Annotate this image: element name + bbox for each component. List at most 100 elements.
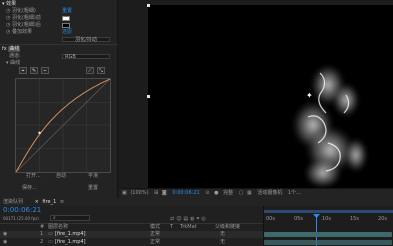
effect-row-4[interactable]: ◷ 叠加效果	[6, 29, 32, 36]
curve-row[interactable]: ▾ 曲线	[6, 60, 20, 67]
layer-name[interactable]: [fire_1.mp4]	[55, 231, 86, 238]
open-button[interactable]: 打开...	[26, 173, 41, 180]
col-mode: 模式	[150, 224, 161, 230]
reset-link-label[interactable]: 重置	[62, 8, 72, 14]
blend-value[interactable]: 还原	[62, 29, 72, 36]
smoke-image	[291, 63, 368, 188]
divider	[0, 44, 118, 45]
views-select[interactable]: 1个...	[288, 190, 301, 196]
col-parent: 父级和链接	[215, 224, 241, 230]
composition-canvas[interactable]: ✦	[147, 4, 393, 188]
search-icon: ⌕	[53, 215, 56, 221]
curves-section-header[interactable]: fx 曲线	[2, 46, 21, 53]
anchor-point-icon[interactable]: ✦	[306, 91, 313, 100]
draft-3d-icon[interactable]: ◎	[201, 216, 207, 222]
layer-column-headers: # 图层名称 模式 T TrkMat 父级和链接	[0, 223, 263, 230]
layer-mode[interactable]: 正常	[150, 231, 160, 238]
curve-shape-icon[interactable]: ⟋	[86, 67, 94, 74]
eye-icon[interactable]: ◉	[3, 239, 7, 246]
effects-header-title: 效果	[6, 1, 17, 7]
viewer-toolbar: ▣ (100%) ⊞ ◙ 0:00:06:21 ⊙ ● 完整 ▢ ▦ 活动摄像机…	[119, 188, 393, 198]
col-layer-name[interactable]: 图层名称	[48, 224, 68, 231]
layer-parent[interactable]: 无	[220, 231, 225, 238]
stopwatch-icon[interactable]: ◷	[6, 29, 10, 35]
effect-row-1[interactable]: ◷ 羽化(粗細)	[6, 8, 36, 15]
channel-icon[interactable]: ●	[214, 190, 218, 196]
region-icon[interactable]: ▢	[239, 190, 244, 196]
timeline-layers: 0:00:06:21 00171 (25.00 fps) ⌕ ⇄☺▤◍⌗◎ # …	[0, 206, 263, 246]
expand-icon[interactable]: ⤡	[97, 67, 105, 74]
reset-button[interactable]: 重置	[88, 185, 98, 192]
curve-graph[interactable]	[15, 78, 111, 173]
ruler-tick: 15s	[350, 216, 359, 222]
stopwatch-icon[interactable]: ◷	[6, 22, 10, 28]
pencil-tool-icon[interactable]: ✎	[30, 67, 38, 74]
effect-row-label: 叠加效果	[11, 29, 32, 35]
reset-link[interactable]: 重置	[62, 8, 72, 15]
snapshot-camera-icon[interactable]: ⊙	[205, 190, 209, 196]
camera-select[interactable]: 活动摄像机	[257, 190, 282, 196]
time-ruler[interactable]: 00s 05s 10s 15s 20s	[264, 216, 393, 223]
layer-name[interactable]: [fire_1.mp4]	[55, 239, 86, 246]
zoom-select[interactable]: (100%)	[130, 190, 148, 196]
footage-icon: ▭	[48, 239, 53, 245]
timeline-timecode[interactable]: 0:00:06:21	[3, 207, 41, 214]
color-swatch-white[interactable]	[62, 16, 70, 21]
effects-header: ▾ 效果	[2, 1, 16, 8]
channel-select[interactable]: RGB	[62, 54, 110, 60]
grid-icon[interactable]: ⊞	[154, 190, 158, 196]
fx-icon: ▾	[2, 1, 5, 7]
table-row[interactable]: ◉ 1 ▭ [fire_1.mp4] 正常 无	[0, 231, 263, 238]
composition-viewer: ✦	[119, 0, 393, 188]
transform-handle[interactable]	[147, 95, 150, 98]
tab-comp[interactable]: fire_1	[42, 199, 56, 205]
layer-mode[interactable]: 正常	[150, 239, 160, 246]
col-trkmat: TrkMat	[180, 224, 197, 230]
camera-icon[interactable]: ◙	[162, 190, 167, 196]
resolution-select[interactable]: 完整	[223, 190, 233, 196]
fx-badge-icon: fx	[2, 46, 7, 52]
auto-button[interactable]: 自动	[56, 173, 66, 180]
feather-button[interactable]: 羽化/抖动	[62, 37, 110, 43]
snapshot-icon[interactable]: ▣	[122, 190, 127, 196]
smooth-button[interactable]: 平滑	[88, 173, 98, 180]
ruler-tick: 00s	[266, 216, 275, 222]
frame-info: 00171 (25.00 fps)	[3, 216, 39, 221]
tab-render-queue[interactable]: 渲染队列	[3, 199, 23, 205]
layer-bar-1[interactable]	[264, 232, 392, 237]
curve-point-tool-icon[interactable]: ⌖	[19, 67, 27, 74]
search-input[interactable]: ⌕	[50, 215, 90, 221]
transform-handle[interactable]	[147, 4, 150, 7]
chevron-down-icon[interactable]: ▾	[6, 60, 9, 66]
table-row[interactable]: ◉ 2 ▭ [fire_1.mp4] 正常 无	[0, 239, 263, 246]
viewer-timecode[interactable]: 0:00:06:21	[172, 190, 199, 196]
footage-icon: ▭	[48, 231, 53, 237]
color-swatch-black[interactable]	[62, 23, 70, 28]
layer-bar-2[interactable]	[264, 240, 392, 245]
ruler-tick: 20s	[378, 216, 387, 222]
stopwatch-icon[interactable]: ◷	[6, 15, 10, 21]
effect-controls-panel: ▾ 效果 ◷ 羽化(粗細) 重置 ◷ 羽化(粗細)前 ◷ 羽化(粗細)后 ◷ 叠…	[0, 0, 118, 198]
curve-label: 曲线	[10, 60, 21, 66]
curves-section-title: 曲线	[8, 46, 21, 52]
menu-icon[interactable]: ≡	[60, 199, 64, 205]
save-button[interactable]: 保存...	[22, 185, 37, 192]
timeline-tabs: 渲染队列 × fire_1 ≡	[0, 198, 393, 206]
effect-row-3[interactable]: ◷ 羽化(粗細)后	[6, 22, 41, 29]
stopwatch-icon[interactable]: ◷	[6, 8, 10, 14]
timeline-toolbar-icons[interactable]: ⇄☺▤◍⌗◎	[170, 216, 208, 223]
close-icon[interactable]: ×	[35, 199, 39, 205]
work-area-bar[interactable]	[264, 210, 393, 213]
layer-parent[interactable]: 无	[220, 239, 225, 246]
eye-icon[interactable]: ◉	[3, 231, 7, 238]
effect-row-2[interactable]: ◷ 羽化(粗細)前	[6, 15, 41, 22]
effect-row-label: 羽化(粗細)后	[11, 22, 41, 28]
smooth-tool-icon[interactable]: ⌁	[41, 67, 49, 74]
col-t: T	[170, 224, 174, 230]
layer-num: 2	[40, 239, 44, 245]
transparency-icon[interactable]: ▦	[247, 190, 252, 196]
effect-row-label: 羽化(粗細)前	[11, 15, 41, 21]
col-num: #	[40, 224, 45, 230]
ruler-tick: 05s	[294, 216, 303, 222]
effect-row-label: 羽化(粗細)	[11, 8, 36, 14]
